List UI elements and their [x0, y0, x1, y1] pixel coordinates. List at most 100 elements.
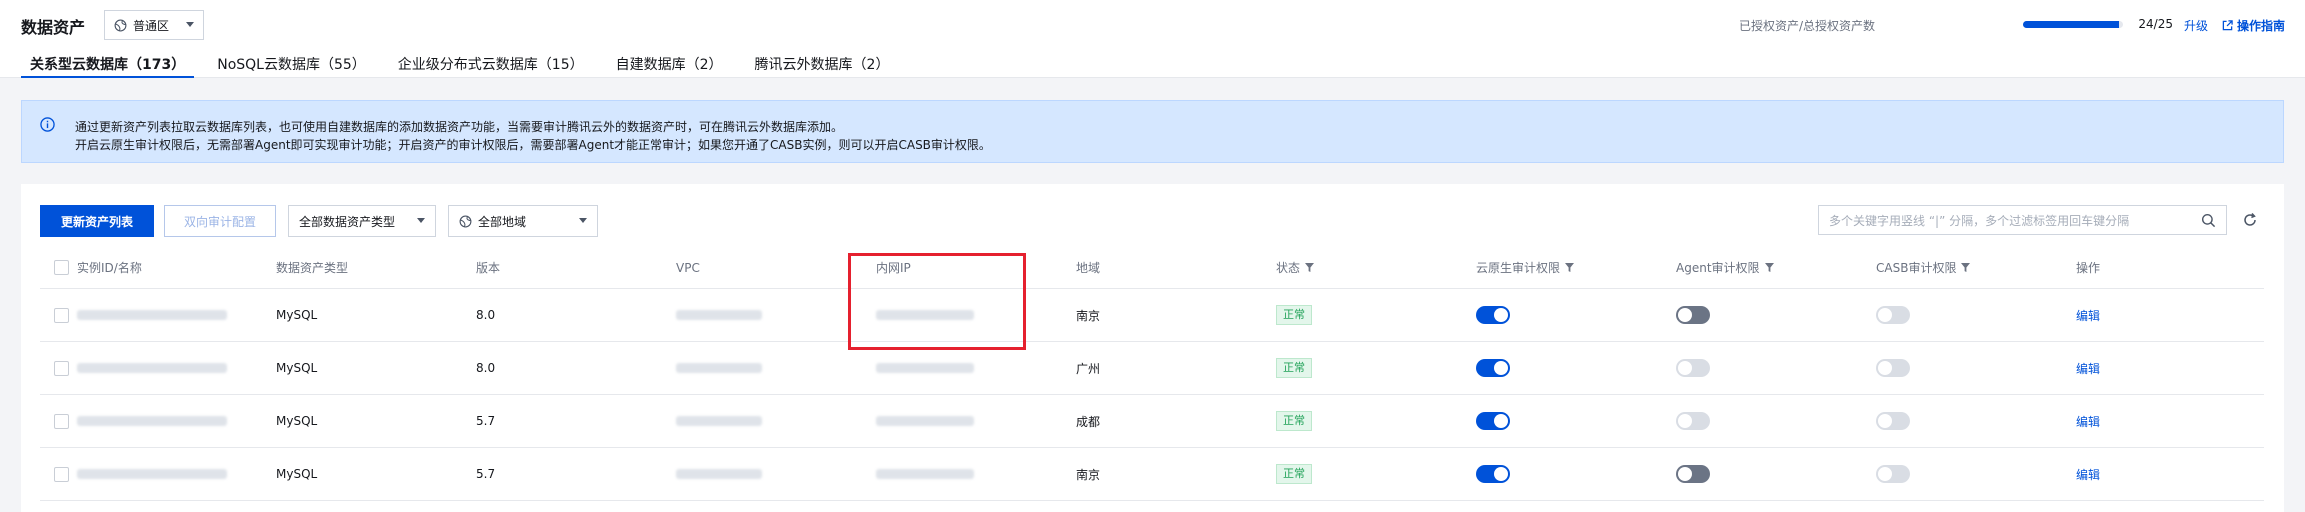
- agent-audit-toggle-cell: [1676, 289, 1710, 341]
- column-header-status-label: 状态: [1276, 261, 1301, 275]
- info-notice: 通过更新资产列表拉取云数据库列表，也可使用自建数据库的添加数据资产功能，当需要审…: [21, 100, 2284, 163]
- row-checkbox[interactable]: [54, 289, 69, 341]
- agent-audit-toggle[interactable]: [1676, 465, 1710, 483]
- tab-self-built-db[interactable]: 自建数据库（2）: [607, 54, 732, 78]
- ip-redacted: [876, 448, 974, 500]
- column-header-vpc: VPC: [676, 260, 700, 275]
- instance-id-redacted[interactable]: [77, 342, 227, 394]
- casb-audit-toggle[interactable]: [1876, 306, 1910, 324]
- quota-progress-fill: [2023, 21, 2119, 28]
- column-header-status[interactable]: 状态: [1276, 247, 1315, 288]
- region: 成都: [1076, 414, 1101, 429]
- agent-audit-toggle-cell: [1676, 448, 1710, 500]
- agent-audit-toggle-cell: [1676, 342, 1710, 394]
- filter-icon[interactable]: [1305, 263, 1315, 272]
- operation-guide-link[interactable]: 操作指南: [2222, 17, 2285, 34]
- region: 南京: [1076, 467, 1101, 482]
- version: 8.0: [476, 308, 496, 322]
- status-badge: 正常: [1276, 305, 1312, 325]
- column-header-agent-audit[interactable]: Agent审计权限: [1676, 247, 1774, 288]
- casb-audit-toggle[interactable]: [1876, 465, 1910, 483]
- filter-icon[interactable]: [1961, 263, 1971, 272]
- region-filter-label: 全部地域: [478, 214, 527, 229]
- cloud-audit-toggle-cell: [1476, 395, 1510, 447]
- table-row: MySQL 8.0 广州 正常 编辑: [40, 342, 2264, 395]
- agent-audit-toggle[interactable]: [1676, 306, 1710, 324]
- status-badge-cell: 正常: [1276, 448, 1312, 500]
- instance-id-redacted[interactable]: [77, 395, 227, 447]
- cloud-audit-toggle[interactable]: [1476, 359, 1510, 377]
- upgrade-link[interactable]: 升级: [2184, 17, 2208, 34]
- cloud-audit-toggle[interactable]: [1476, 465, 1510, 483]
- casb-audit-toggle-cell: [1876, 342, 1910, 394]
- vpc-redacted: [676, 342, 762, 394]
- caret-down-icon: [417, 218, 425, 223]
- search-icon[interactable]: [2201, 213, 2216, 228]
- status-badge-cell: 正常: [1276, 395, 1312, 447]
- cloud-audit-toggle[interactable]: [1476, 306, 1510, 324]
- tab-relational-db[interactable]: 关系型云数据库（173）: [21, 54, 195, 78]
- agent-audit-toggle[interactable]: [1676, 412, 1710, 430]
- column-header-cloud-audit[interactable]: 云原生审计权限: [1476, 247, 1575, 288]
- asset-type: MySQL: [276, 414, 318, 428]
- column-header-version: 版本: [476, 261, 501, 275]
- edit-link[interactable]: 编辑: [2076, 342, 2100, 394]
- cloud-audit-toggle[interactable]: [1476, 412, 1510, 430]
- refresh-icon[interactable]: [2242, 212, 2258, 228]
- external-link-icon: [2222, 20, 2233, 31]
- database-tabs: 关系型云数据库（173） NoSQL云数据库（55） 企业级分布式云数据库（15…: [21, 54, 912, 78]
- row-checkbox[interactable]: [54, 342, 69, 394]
- row-checkbox[interactable]: [54, 448, 69, 500]
- region: 广州: [1076, 361, 1101, 376]
- filter-icon[interactable]: [1565, 263, 1575, 272]
- status-badge: 正常: [1276, 358, 1312, 378]
- casb-audit-toggle-cell: [1876, 289, 1910, 341]
- asset-panel: 更新资产列表 双向审计配置 全部数据资产类型 全部地域 实例ID/名称 数据: [21, 184, 2284, 512]
- page-title: 数据资产: [21, 18, 86, 37]
- caret-down-icon: [186, 22, 194, 27]
- instance-id-redacted[interactable]: [77, 289, 227, 341]
- operation-guide-label: 操作指南: [2236, 19, 2285, 33]
- region-selector[interactable]: 普通区: [104, 10, 204, 40]
- casb-audit-toggle-cell: [1876, 448, 1910, 500]
- edit-link[interactable]: 编辑: [2076, 395, 2100, 447]
- status-badge-cell: 正常: [1276, 342, 1312, 394]
- ip-column-highlight-box: [848, 253, 1026, 350]
- column-header-id: 实例ID/名称: [77, 261, 142, 275]
- asset-type: MySQL: [276, 308, 318, 322]
- casb-audit-toggle[interactable]: [1876, 359, 1910, 377]
- vpc-redacted: [676, 448, 762, 500]
- region-selector-label: 普通区: [133, 18, 170, 33]
- globe-icon: [114, 19, 127, 31]
- filter-icon[interactable]: [1764, 263, 1774, 272]
- search-input[interactable]: [1829, 212, 2189, 230]
- status-badge: 正常: [1276, 411, 1312, 431]
- region-filter-select[interactable]: 全部地域: [448, 205, 598, 237]
- row-checkbox[interactable]: [54, 395, 69, 447]
- quota-count: 24/25: [2138, 17, 2173, 31]
- page-header: 数据资产 普通区 已授权资产/总授权资产数 24/25 升级 操作指南 关系型云…: [0, 0, 2305, 78]
- cloud-audit-toggle-cell: [1476, 342, 1510, 394]
- edit-link[interactable]: 编辑: [2076, 448, 2100, 500]
- bidirectional-audit-config-button[interactable]: 双向审计配置: [164, 205, 276, 237]
- agent-audit-toggle-cell: [1676, 395, 1710, 447]
- select-all-checkbox[interactable]: [54, 247, 69, 288]
- notice-line-1: 通过更新资产列表拉取云数据库列表，也可使用自建数据库的添加数据资产功能，当需要审…: [75, 120, 844, 134]
- update-asset-list-button[interactable]: 更新资产列表: [40, 205, 154, 237]
- edit-link[interactable]: 编辑: [2076, 289, 2100, 341]
- asset-type-select[interactable]: 全部数据资产类型: [288, 205, 436, 237]
- region: 南京: [1076, 308, 1101, 323]
- column-header-type: 数据资产类型: [276, 261, 349, 275]
- agent-audit-toggle[interactable]: [1676, 359, 1710, 377]
- column-header-casb-audit[interactable]: CASB审计权限: [1876, 247, 1971, 288]
- asset-type-select-label: 全部数据资产类型: [299, 214, 396, 229]
- tab-distributed-db[interactable]: 企业级分布式云数据库（15）: [389, 54, 593, 78]
- notice-line-2: 开启云原生审计权限后，无需部署Agent即可实现审计功能；开启资产的审计权限后，…: [75, 138, 991, 152]
- instance-id-redacted[interactable]: [77, 448, 227, 500]
- asset-table: 实例ID/名称 数据资产类型 版本 VPC 内网IP 地域 状态 云原生审计权限…: [40, 247, 2264, 501]
- casb-audit-toggle[interactable]: [1876, 412, 1910, 430]
- version: 5.7: [476, 414, 496, 428]
- tab-nosql-db[interactable]: NoSQL云数据库（55）: [208, 54, 375, 78]
- tab-external-db[interactable]: 腾讯云外数据库（2）: [746, 54, 899, 78]
- status-badge-cell: 正常: [1276, 289, 1312, 341]
